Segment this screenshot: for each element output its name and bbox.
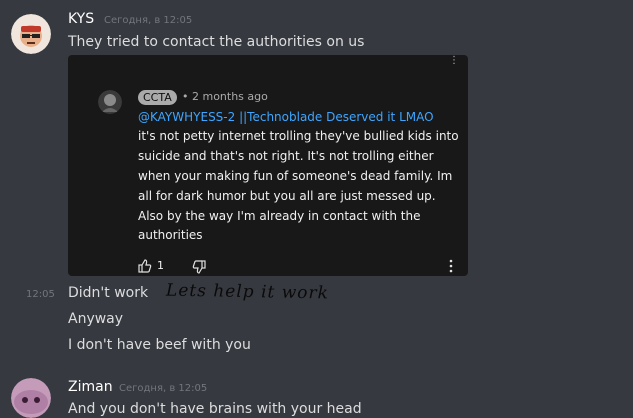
comment-line: when your making fun of someone's dead f…: [138, 169, 453, 183]
comment-line: it's not petty internet trolling they've…: [138, 129, 459, 143]
message-text: They tried to contact the authorities on…: [68, 34, 365, 50]
comment-line: all for dark humor but you all are just …: [138, 189, 436, 203]
more-options-icon: [449, 258, 453, 276]
message-text: And you don't have brains with your head: [68, 401, 362, 417]
comment-line: suicide and that's not right. It's not t…: [138, 149, 434, 163]
message-timestamp: Сегодня, в 12:05: [104, 15, 193, 26]
thumbs-up-icon: [138, 258, 152, 276]
avatar-kys[interactable]: [11, 14, 51, 54]
comment-line: authorities: [138, 228, 203, 242]
author-name-kys[interactable]: KYS: [68, 11, 94, 27]
author-name-ziman[interactable]: Ziman: [68, 379, 113, 395]
message-timestamp: 12:05: [26, 289, 55, 300]
comment-age: • 2 months ago: [182, 90, 268, 103]
message-text: I don't have beef with you: [68, 337, 251, 353]
message-text: Anyway: [68, 311, 124, 327]
like-count: 1: [157, 259, 164, 272]
more-options-icon: ⋮: [449, 55, 459, 66]
handwritten-annotation: Lets help it work: [165, 280, 330, 304]
channel-name-chip: CCTA: [138, 90, 177, 105]
message-text: Didn't work: [68, 285, 149, 301]
thumbs-down-icon: [192, 259, 206, 276]
comment-mention: @KAYWHYESS-2 ||Technoblade Deserved it L…: [138, 110, 434, 124]
commenter-avatar: [98, 90, 122, 114]
embedded-comment-image[interactable]: ⋮ CCTA • 2 months ago @KAYWHYESS-2 ||Tec…: [68, 55, 468, 276]
avatar-ziman[interactable]: [11, 378, 51, 418]
message-timestamp: Сегодня, в 12:05: [119, 383, 208, 394]
comment-line: Also by the way I'm already in contact w…: [138, 209, 421, 223]
